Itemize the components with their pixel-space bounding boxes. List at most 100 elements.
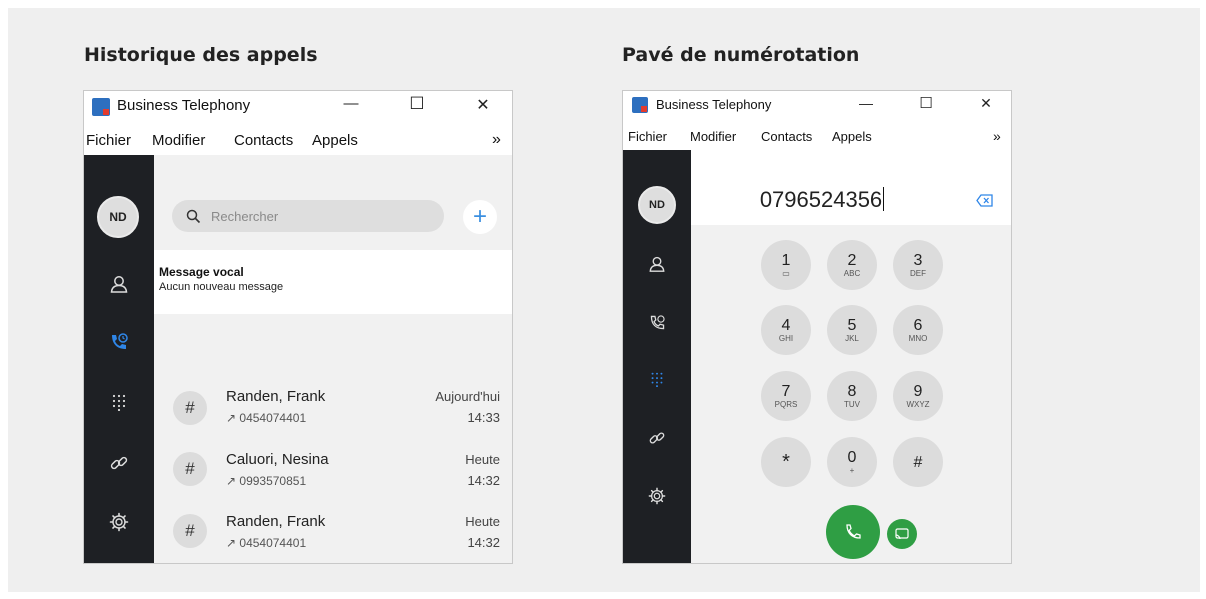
caller-name: Caluori, Nesina [226,451,329,468]
menu-fichier[interactable]: Fichier [86,132,131,149]
key-digit: 0 [847,448,857,466]
hash-icon: # [173,514,207,548]
key-digit: 6 [913,316,923,334]
menu-appels[interactable]: Appels [312,132,358,149]
close-button[interactable]: ✕ [971,95,1001,112]
key-letters: MNO [908,333,928,343]
key-digit: 1 [781,251,791,269]
key-5[interactable]: 5 JKL [827,305,877,355]
title-bar: Business Telephony — ☐ ✕ [623,91,1011,121]
cast-icon [895,528,909,540]
cast-button[interactable] [887,519,917,549]
key-letters: TUV [844,399,860,409]
key-0[interactable]: 0 + [827,437,877,487]
key-digit: 9 [913,382,923,400]
sidebar: ND [84,155,154,563]
maximize-button[interactable]: ☐ [402,94,432,114]
backspace-icon[interactable] [976,194,993,212]
call-time: 14:32 [467,535,500,550]
voicemail-panel[interactable]: Message vocal Aucun nouveau message [154,250,512,314]
menu-bar: Fichier Modifier Contacts Appels » [623,121,1011,150]
menu-fichier[interactable]: Fichier [628,129,667,144]
caller-number: ↗ 0454074401 [226,536,307,550]
call-history-icon[interactable] [642,307,672,337]
call-button[interactable] [826,505,880,559]
key-digit: 2 [847,251,857,269]
key-3[interactable]: 3 DEF [893,240,943,290]
key-star[interactable]: * [761,437,811,487]
key-digit: * [782,450,790,473]
caller-name: Randen, Frank [226,388,326,405]
call-time: 14:32 [467,473,500,488]
dialpad-window: Business Telephony — ☐ ✕ Fichier Modifie… [622,90,1012,564]
dialpad-icon[interactable] [104,387,134,417]
contacts-icon[interactable] [642,249,672,279]
menu-overflow-icon[interactable]: » [492,131,501,149]
key-digit: # [913,453,923,471]
key-2[interactable]: 2 ABC [827,240,877,290]
call-day: Heute [465,514,500,529]
voicemail-icon: ▭ [782,268,790,278]
search-placeholder: Rechercher [211,208,279,224]
key-hash[interactable]: # [893,437,943,487]
key-6[interactable]: 6 MNO [893,305,943,355]
search-icon [186,209,201,224]
hash-icon: # [173,391,207,425]
caller-number: ↗ 0993570851 [226,474,307,488]
search-field[interactable]: Rechercher [172,200,444,232]
key-letters: GHI [778,333,794,343]
menu-modifier[interactable]: Modifier [690,129,736,144]
menu-contacts[interactable]: Contacts [761,129,812,144]
dialed-number[interactable]: 0796524356 [691,187,953,213]
key-7[interactable]: 7 PQRS [761,371,811,421]
phone-icon [846,524,861,539]
number-display[interactable]: 0796524356 [691,150,1011,225]
minimize-button[interactable]: — [336,95,366,112]
menu-bar: Fichier Modifier Contacts Appels » [84,123,512,155]
voicemail-status: Aucun nouveau message [159,281,284,293]
key-8[interactable]: 8 TUV [827,371,877,421]
settings-icon[interactable] [104,507,134,537]
call-history-icon[interactable] [104,327,134,357]
app-logo-icon [632,97,648,113]
maximize-button[interactable]: ☐ [911,94,941,112]
menu-overflow-icon[interactable]: » [993,128,1001,144]
dialed-number-text: 0796524356 [759,187,883,212]
minimize-button[interactable]: — [851,95,881,111]
window-title: Business Telephony [117,97,251,114]
key-digit: 4 [781,316,791,334]
app-logo-icon [92,98,110,116]
key-letters: WXYZ [906,399,930,409]
link-icon[interactable] [104,448,134,478]
call-time: 14:33 [467,410,500,425]
text-cursor [883,187,885,211]
voicemail-title: Message vocal [159,265,244,279]
link-icon[interactable] [642,423,672,453]
key-letters: PQRS [774,399,798,409]
key-letters: + [849,465,855,475]
dialpad-heading: Pavé de numérotation [622,44,860,66]
key-digit: 8 [847,382,857,400]
key-digit: 3 [913,251,923,269]
menu-modifier[interactable]: Modifier [152,132,205,149]
dialpad-icon[interactable] [642,364,672,394]
key-4[interactable]: 4 GHI [761,305,811,355]
window-title: Business Telephony [656,97,772,112]
caller-number: ↗ 0454074401 [226,411,307,425]
menu-appels[interactable]: Appels [832,129,872,144]
key-letters: JKL [845,333,859,343]
key-1[interactable]: 1 ▭ [761,240,811,290]
add-button[interactable]: + [463,200,497,234]
call-day: Heute [465,452,500,467]
menu-contacts[interactable]: Contacts [234,132,293,149]
settings-icon[interactable] [642,481,672,511]
contacts-icon[interactable] [104,269,134,299]
key-letters: DEF [910,268,926,278]
hash-icon: # [173,452,207,486]
avatar[interactable]: ND [97,196,139,238]
key-9[interactable]: 9 WXYZ [893,371,943,421]
avatar[interactable]: ND [638,186,676,224]
call-history-window: Business Telephony — ☐ ✕ Fichier Modifie… [83,90,513,564]
close-button[interactable]: ✕ [468,95,498,115]
call-history-heading: Historique des appels [84,44,318,66]
